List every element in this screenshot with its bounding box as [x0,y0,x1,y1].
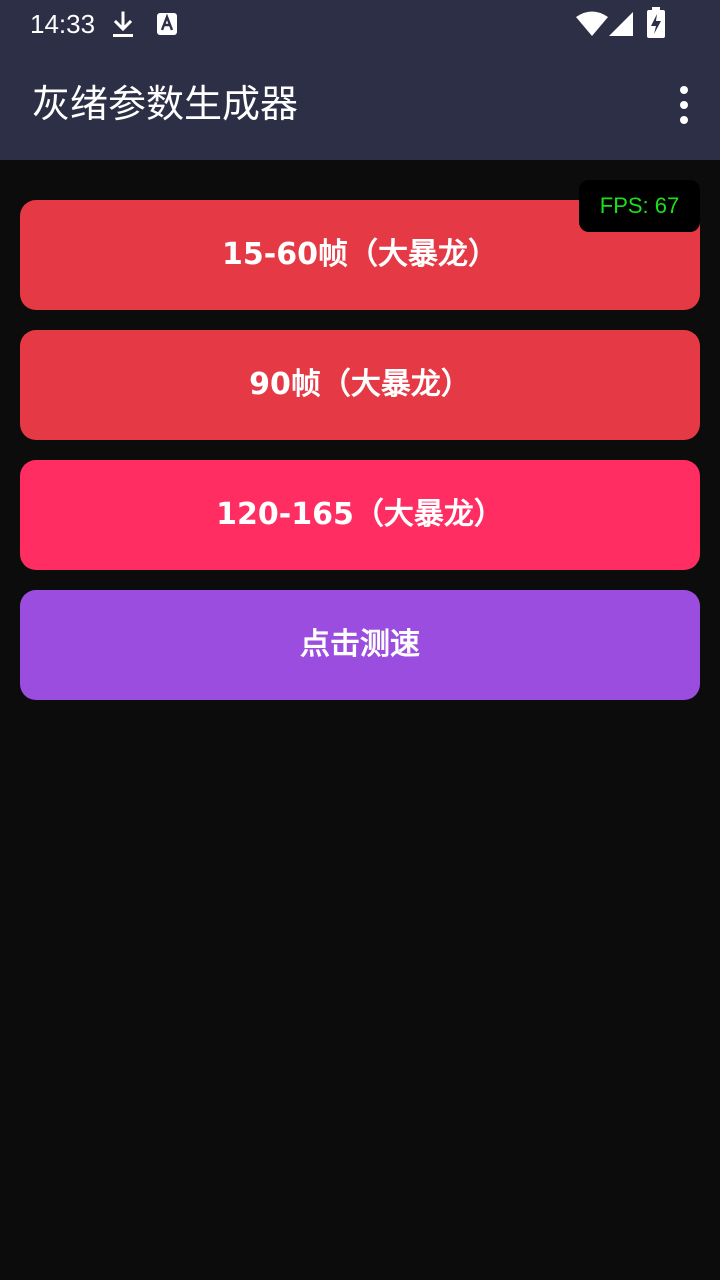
speed-test-button[interactable]: 点击测速 [20,590,700,700]
status-time: 14:33 [30,9,96,39]
app-title: 灰绪参数生成器 [32,82,299,126]
battery-charging-icon [647,7,665,38]
text-a-icon [157,13,177,35]
more-vert-icon[interactable] [672,86,696,126]
wifi-icon [576,11,608,36]
app-bar: 灰绪参数生成器 [0,48,720,160]
signal-icon [609,12,633,36]
download-icon [113,11,133,37]
status-bar: 14:33 [0,0,720,48]
fps-90-button[interactable]: 90帧（大暴龙） [20,330,700,440]
fps-120-165-button[interactable]: 120-165（大暴龙） [20,460,700,570]
fps-overlay: FPS: 67 [579,180,700,232]
